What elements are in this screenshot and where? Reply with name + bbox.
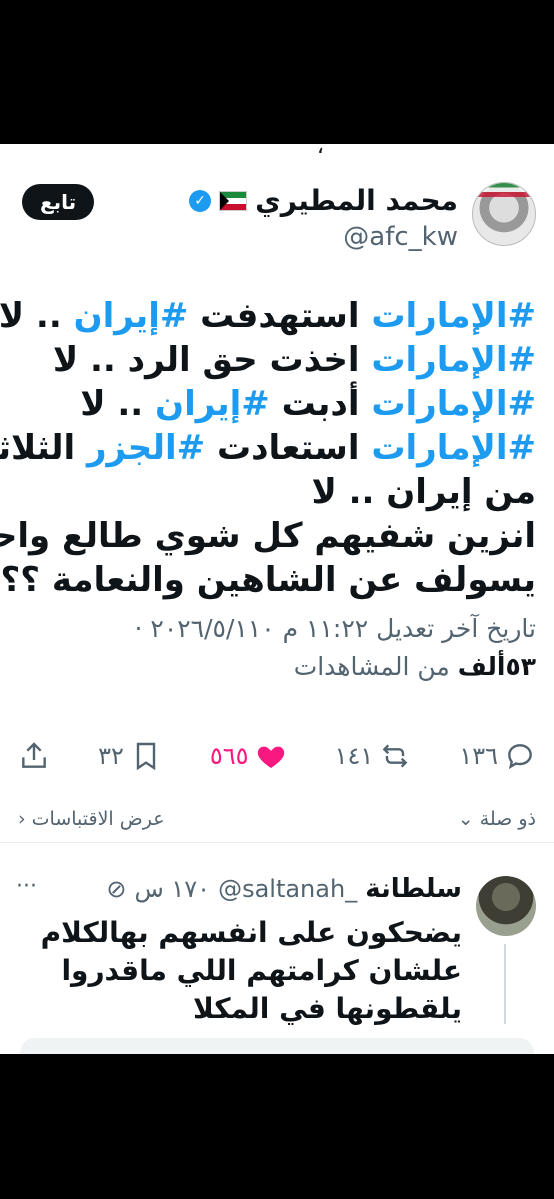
tweet-line: من إيران .. لا	[16, 470, 536, 514]
share-icon	[22, 742, 46, 768]
reply-text: يضحكون على انفسهم بهالكلام علشان كرامتهم…	[22, 914, 462, 1028]
black-top-bar	[0, 0, 554, 144]
tweet-author: محمد المطيري ✓ @afc_kw تابع	[16, 174, 536, 254]
repost-button[interactable]: ١٤١	[335, 740, 412, 772]
reply-compose-bar[interactable]	[20, 1038, 534, 1054]
follow-button[interactable]: تابع	[22, 184, 95, 220]
tweet-text-segment: يسولف عن الشاهين والنعامة ؟؟	[0, 560, 536, 600]
tweet-line: انزين شفيهم كل شوي طالع واحد	[0, 514, 536, 558]
chevron-left-icon: ‹	[18, 808, 26, 830]
tweet-line: #الإمارات أدبت #إيران .. لا	[16, 382, 536, 426]
chevron-down-icon: ⌄	[457, 808, 474, 830]
bookmark-icon	[136, 742, 156, 771]
divider	[0, 842, 554, 843]
tweet-screen: ، محمد المطيري ✓ @afc_kw تابع #الإمارات …	[0, 144, 554, 1054]
tweet-text-segment: من إيران .. لا	[311, 472, 536, 512]
hashtag-link[interactable]: #الإمارات	[371, 428, 536, 468]
view-quotes-label: عرض الاقتباسات	[31, 808, 165, 830]
reply-line: علشان كرامتهم اللي ماقدروا	[61, 954, 462, 987]
tweet-text: #الإمارات استهدفت #إيران .. لا #الإمارات …	[0, 294, 536, 602]
reply-tweet[interactable]: سلطانة _saltanah@ ١٧٠ س ⊘ ··· يضحكون على…	[16, 874, 536, 1034]
hashtag-link[interactable]: #إيران	[74, 296, 189, 336]
action-bar: ١٣٦ ١٤١ ٥٦٥ ٣٢	[18, 736, 536, 776]
tweet-line: #الإمارات استهدفت #إيران .. لا	[0, 294, 536, 338]
verified-badge-icon[interactable]: ✓	[189, 189, 212, 212]
repost-icon	[382, 744, 408, 768]
like-count: ٥٦٥	[209, 742, 249, 770]
reply-time: ١٧٠ س	[134, 875, 211, 903]
reply-icon	[508, 744, 532, 770]
reply-button[interactable]: ١٣٦	[459, 740, 536, 772]
sort-relevant-label: ذو صلة	[479, 808, 536, 830]
bookmark-count: ٣٢	[98, 742, 124, 770]
black-bottom-bar	[0, 1054, 554, 1199]
kuwait-flag-icon	[219, 190, 248, 211]
views-label: من المشاهدات	[293, 652, 458, 681]
reply-author-name[interactable]: سلطانة	[365, 874, 462, 904]
reply-line: يلقطونها في المكلا	[192, 992, 462, 1025]
tweet-text-segment: أدبت	[269, 384, 372, 424]
author-handle[interactable]: @afc_kw	[343, 222, 458, 252]
tweet-text-segment: استعادت	[205, 428, 372, 468]
views-count: ٥٣ألف	[457, 652, 536, 681]
tweet-views: ٥٣ألف من المشاهدات	[16, 652, 536, 681]
bookmark-button[interactable]: ٣٢	[98, 740, 162, 772]
tweet-timestamp[interactable]: تاريخ آخر تعديل ١١:٢٢ م ٢٠٢٦/٥/١١٠ ·	[16, 614, 536, 643]
cutoff-text: ،	[316, 144, 324, 159]
more-options-icon[interactable]: ···	[16, 874, 37, 899]
reply-count: ١٣٦	[459, 742, 498, 770]
hashtag-link[interactable]: #الجزر	[87, 428, 205, 468]
reply-author-handle[interactable]: _saltanah@	[218, 875, 357, 903]
hashtag-link[interactable]: #الإمارات	[371, 340, 536, 380]
tweet-line: يسولف عن الشاهين والنعامة ؟؟	[1, 558, 536, 602]
author-name[interactable]: محمد المطيري	[255, 184, 458, 217]
hashtag-link[interactable]: #إيران	[155, 384, 270, 424]
tweet-text-segment: انزين شفيهم كل شوي طالع واحد	[0, 516, 536, 556]
tweet-text-segment: استهدفت	[188, 296, 372, 336]
tweet-line: #الإمارات استعادت #الجزر الثلاثة	[0, 426, 536, 470]
tweet-text-segment: الثلاثة	[0, 428, 76, 468]
like-button[interactable]: ٥٦٥	[210, 740, 287, 772]
reply-line: يضحكون على انفسهم بهالكلام	[40, 916, 462, 949]
sort-relevant-dropdown[interactable]: ذو صلة ⌄	[458, 808, 536, 830]
reply-thread-line	[504, 944, 506, 1024]
hashtag-link[interactable]: #الإمارات	[371, 384, 536, 424]
heart-icon	[257, 746, 284, 768]
author-avatar[interactable]	[472, 182, 536, 246]
reply-avatar[interactable]	[476, 876, 536, 936]
tweet-text-segment: اخذت حق الرد .. لا	[52, 340, 372, 380]
hashtag-link[interactable]: #الإمارات	[371, 296, 536, 336]
tweet-text-segment: .. لا	[80, 384, 156, 424]
reply-header: سلطانة _saltanah@ ١٧٠ س ⊘	[106, 874, 462, 904]
tweet-text-segment: .. لا	[0, 296, 74, 336]
author-name-row: محمد المطيري ✓	[189, 184, 458, 217]
tweet-line: #الإمارات اخذت حق الرد .. لا	[16, 338, 536, 382]
repost-count: ١٤١	[334, 742, 374, 770]
no-translate-icon: ⊘	[106, 875, 127, 903]
share-button[interactable]	[18, 740, 50, 772]
view-quotes-link[interactable]: عرض الاقتباسات ‹	[18, 808, 165, 830]
